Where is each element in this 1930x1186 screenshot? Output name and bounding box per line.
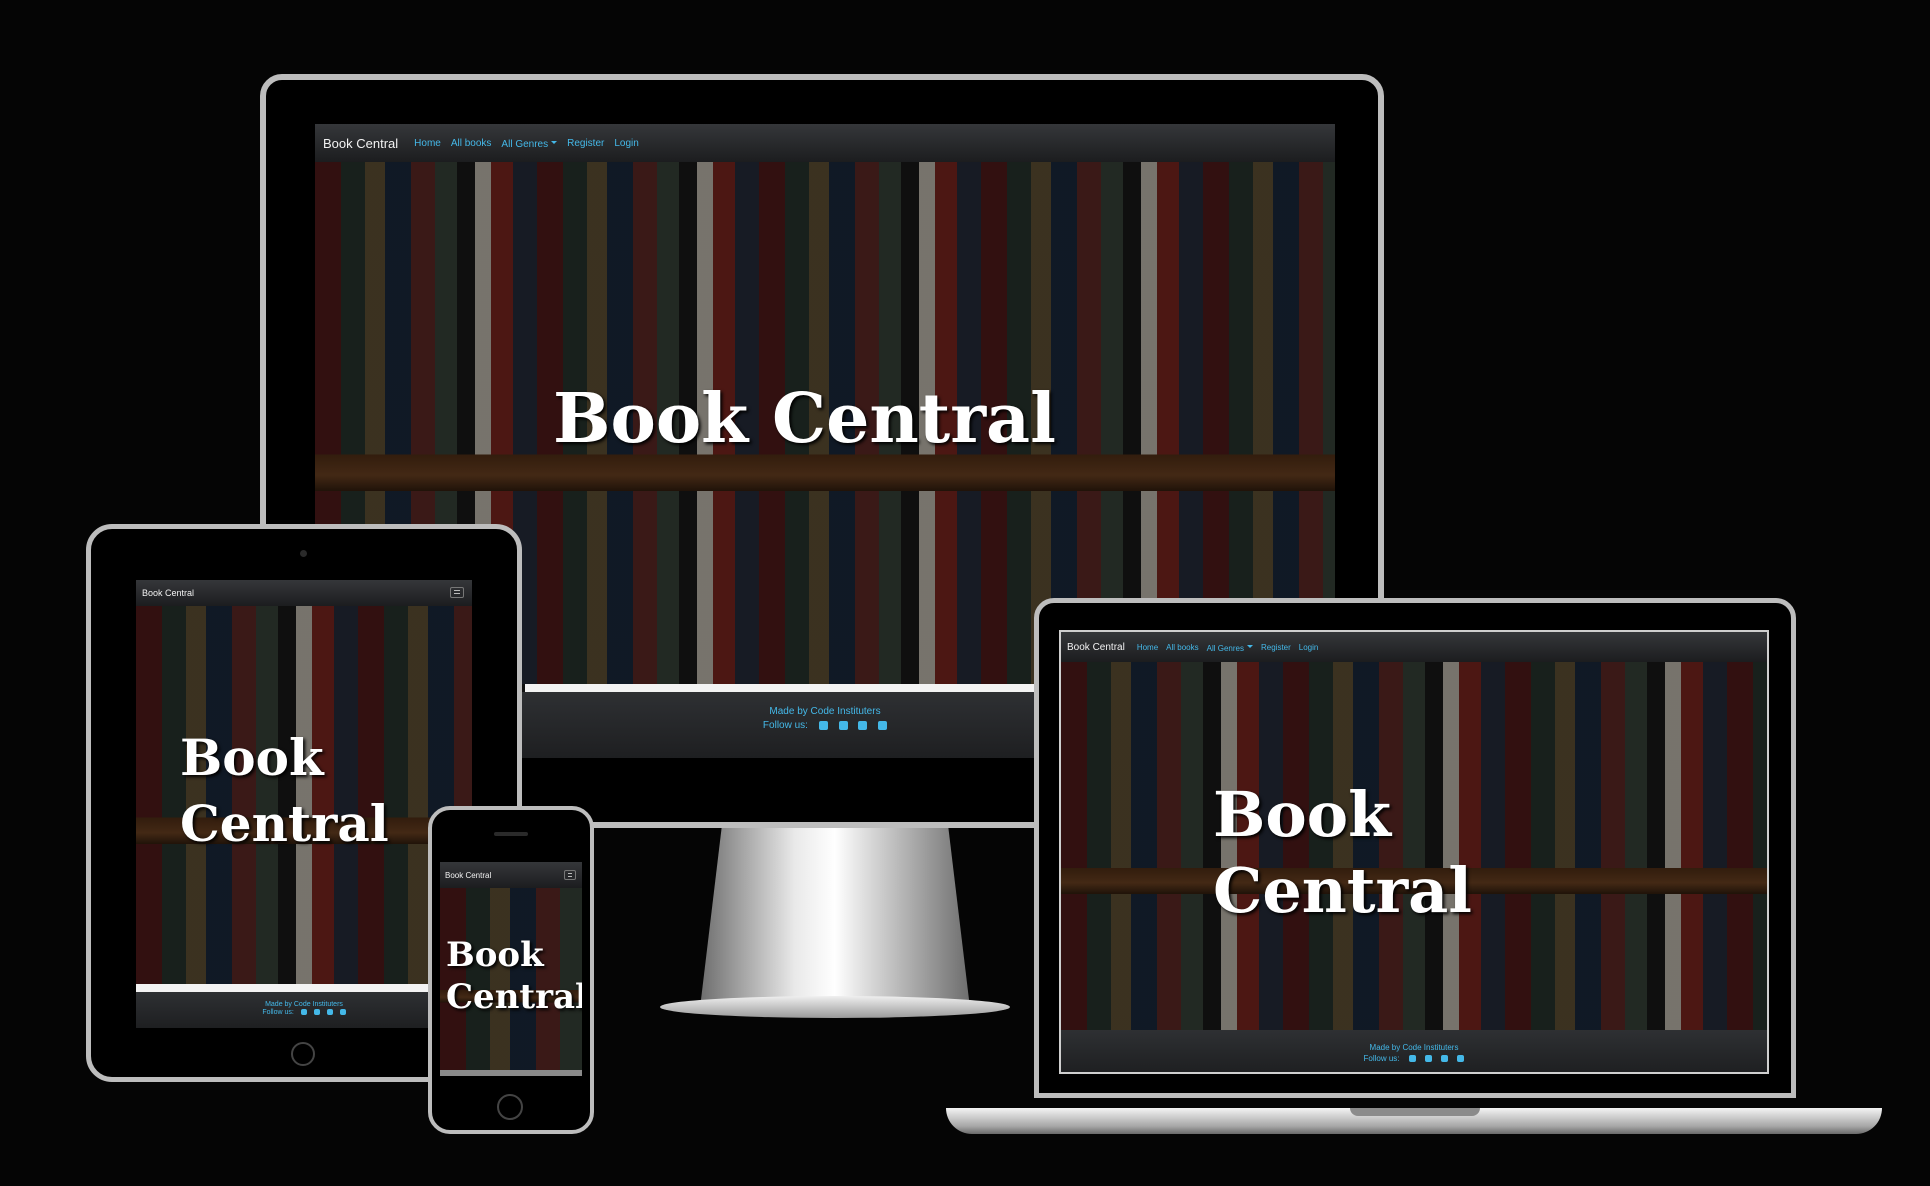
laptop-base-notch (1350, 1108, 1480, 1116)
facebook-icon[interactable] (818, 720, 828, 730)
nav-dropdown-all-genres[interactable]: All Genres (1207, 638, 1253, 656)
laptop-screen: Book Central Home All books All Genres R… (1059, 630, 1769, 1074)
nav-link-login[interactable]: Login (1299, 643, 1319, 652)
phone-home-button (497, 1094, 523, 1120)
nav-link-register[interactable]: Register (567, 138, 604, 149)
youtube-icon[interactable] (339, 1009, 346, 1016)
hero-title-line2: Central (1213, 854, 1472, 927)
nav-link-home[interactable]: Home (1137, 643, 1158, 652)
twitter-icon[interactable] (838, 720, 848, 730)
footer-follow-us: Follow us: (262, 1009, 294, 1016)
tablet-home-button (291, 1042, 315, 1066)
nav-link-home[interactable]: Home (414, 138, 441, 149)
instagram-icon[interactable] (326, 1009, 333, 1016)
hero-title-line1: Book (446, 935, 544, 975)
hero-title-line1: Book (180, 728, 324, 787)
youtube-icon[interactable] (1457, 1055, 1465, 1063)
hero-image-bookshelf: Book Central (136, 606, 472, 984)
nav-dropdown-label: All Genres (501, 139, 549, 150)
facebook-icon[interactable] (300, 1009, 307, 1016)
hero-image-bookshelf: Book Central (1061, 662, 1767, 1030)
hero-title-line2: Central (446, 977, 582, 1017)
hero-bottom-band (440, 1070, 582, 1076)
tablet-navbar: Book Central (136, 580, 472, 606)
nav-link-all-books[interactable]: All books (451, 138, 492, 149)
nav-link-all-books[interactable]: All books (1166, 643, 1198, 652)
navbar-brand[interactable]: Book Central (323, 136, 398, 151)
hamburger-menu-icon[interactable] (564, 870, 576, 880)
footer-made-by: Made by Code Instituters (265, 1001, 343, 1008)
chevron-down-icon (1246, 645, 1253, 649)
monitor-stand (700, 828, 970, 1008)
site-footer: Made by Code Instituters Follow us: (1061, 1030, 1767, 1072)
hero-title-line2: Central (180, 794, 389, 853)
chevron-down-icon (551, 141, 558, 145)
nav-link-login[interactable]: Login (614, 138, 638, 149)
facebook-icon[interactable] (1408, 1055, 1416, 1063)
navbar-brand[interactable]: Book Central (142, 588, 194, 598)
desktop-navbar: Book Central Home All books All Genres R… (315, 124, 1335, 162)
hamburger-menu-icon[interactable] (450, 587, 464, 598)
phone-speaker (494, 832, 528, 836)
twitter-icon[interactable] (313, 1009, 320, 1016)
footer-follow-us: Follow us: (762, 720, 808, 731)
nav-dropdown-all-genres[interactable]: All Genres (501, 134, 558, 152)
tablet-screen: Book Central Book Central Made by Code I… (136, 580, 472, 1028)
hero-bottom-band (136, 984, 472, 992)
instagram-icon[interactable] (1441, 1055, 1449, 1063)
tablet-camera (300, 550, 307, 557)
site-footer: Made by Code Instituters Follow us: (136, 992, 472, 1028)
hero-image-bookshelf: Book Central (440, 888, 582, 1070)
phone-navbar: Book Central (440, 862, 582, 888)
monitor-stand-base (660, 996, 1010, 1018)
laptop-navbar: Book Central Home All books All Genres R… (1061, 632, 1767, 662)
footer-follow-us: Follow us: (1363, 1054, 1400, 1063)
nav-dropdown-label: All Genres (1206, 644, 1244, 653)
nav-link-register[interactable]: Register (1261, 643, 1291, 652)
hero-title: Book Central (553, 379, 1056, 459)
phone-screen: Book Central Book Central (440, 862, 582, 1076)
navbar-brand[interactable]: Book Central (445, 871, 491, 880)
instagram-icon[interactable] (858, 720, 868, 730)
twitter-icon[interactable] (1425, 1055, 1432, 1063)
navbar-brand[interactable]: Book Central (1067, 642, 1125, 653)
youtube-icon[interactable] (878, 720, 888, 730)
hero-title-line1: Book (1213, 778, 1392, 851)
footer-made-by: Made by Code Instituters (1369, 1043, 1459, 1052)
